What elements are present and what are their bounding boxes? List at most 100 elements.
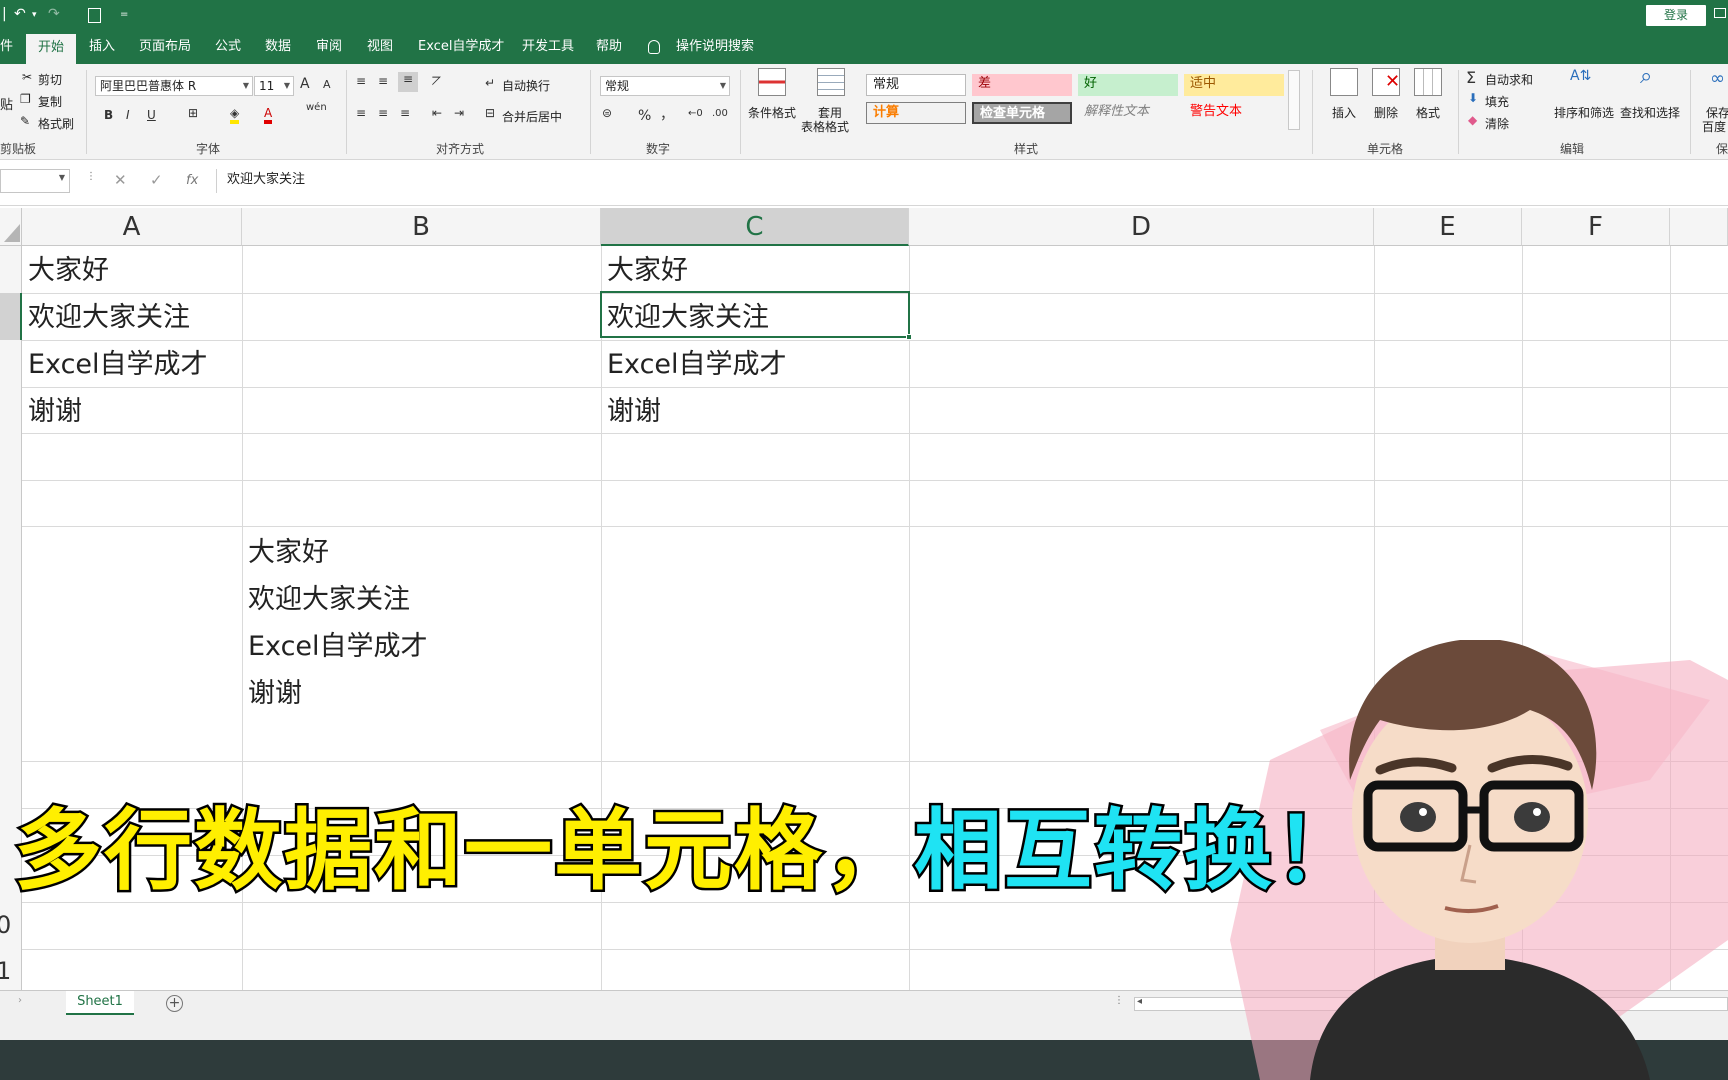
cancel-entry-button[interactable]: ✕ bbox=[114, 171, 127, 189]
column-header-g[interactable] bbox=[1670, 208, 1728, 246]
copy-icon[interactable]: ❐ bbox=[20, 92, 31, 106]
conditional-format-icon[interactable] bbox=[758, 68, 786, 96]
percent-button[interactable]: % bbox=[638, 108, 651, 124]
baidu-save-icon[interactable]: ∞ bbox=[1710, 68, 1725, 89]
style-bad[interactable]: 差 bbox=[972, 74, 1072, 96]
format-as-table-line2[interactable]: 表格格式 bbox=[801, 118, 849, 135]
tab-page-layout[interactable]: 页面布局 bbox=[139, 32, 191, 64]
sort-filter-button[interactable]: 排序和筛选 bbox=[1554, 104, 1614, 121]
align-top-icon[interactable]: ≡ bbox=[356, 74, 366, 88]
italic-button[interactable]: I bbox=[126, 108, 130, 122]
cell-a4[interactable]: 谢谢 bbox=[28, 389, 82, 428]
row-header-2-selected[interactable] bbox=[0, 293, 22, 340]
number-format-combo[interactable]: 常规 ▼ bbox=[600, 76, 730, 96]
tab-formulas[interactable]: 公式 bbox=[215, 32, 241, 64]
bold-button[interactable]: B bbox=[104, 108, 113, 122]
login-button[interactable]: 登录 bbox=[1646, 5, 1706, 26]
row-number-11[interactable]: 1 bbox=[0, 957, 11, 985]
select-all-corner[interactable] bbox=[0, 208, 22, 246]
style-calculation[interactable]: 计算 bbox=[866, 102, 966, 124]
insert-cells-button[interactable]: 插入 bbox=[1332, 104, 1356, 121]
tab-excel-zixue[interactable]: Excel自学成才 bbox=[418, 32, 504, 64]
merge-center-button[interactable]: 合并后居中 bbox=[502, 108, 562, 125]
insert-function-button[interactable]: fx bbox=[186, 173, 198, 188]
delete-cells-icon[interactable]: ✕ bbox=[1372, 68, 1400, 96]
format-painter-button[interactable]: 格式刷 bbox=[38, 115, 74, 132]
column-header-e[interactable]: E bbox=[1374, 208, 1522, 246]
undo-icon[interactable]: ↶ bbox=[14, 6, 26, 22]
scissors-icon[interactable]: ✂ bbox=[22, 70, 32, 84]
print-preview-icon[interactable] bbox=[88, 8, 101, 23]
column-header-d[interactable]: D bbox=[909, 208, 1374, 246]
tab-view[interactable]: 视图 bbox=[367, 32, 393, 64]
scroll-tabs-right-icon[interactable]: › bbox=[18, 995, 22, 1006]
align-bottom-icon[interactable]: ≡ bbox=[398, 72, 418, 92]
borders-icon[interactable]: ⊞ bbox=[188, 106, 198, 120]
cut-button[interactable]: 剪切 bbox=[38, 71, 62, 88]
cell-c1[interactable]: 大家好 bbox=[607, 248, 688, 287]
format-cells-button[interactable]: 格式 bbox=[1416, 104, 1440, 121]
grow-font-button[interactable]: A bbox=[300, 76, 310, 92]
accounting-format-icon[interactable]: ⊜ bbox=[602, 106, 612, 120]
fill-color-icon[interactable]: ◈ bbox=[230, 106, 240, 124]
align-center-icon[interactable]: ≡ bbox=[378, 106, 388, 120]
format-as-table-icon[interactable] bbox=[817, 68, 845, 96]
phonetic-button[interactable]: wén bbox=[306, 102, 327, 113]
tab-data[interactable]: 数据 bbox=[265, 32, 291, 64]
decrease-decimal-icon[interactable]: .00 bbox=[712, 108, 728, 119]
style-warning[interactable]: 警告文本 bbox=[1184, 102, 1284, 124]
fill-button[interactable]: 填充 bbox=[1485, 93, 1509, 110]
conditional-format-button[interactable]: 条件格式 bbox=[748, 104, 796, 121]
cell-a1[interactable]: 大家好 bbox=[28, 248, 109, 287]
redo-icon[interactable]: ↷ bbox=[48, 6, 60, 22]
insert-cells-icon[interactable] bbox=[1330, 68, 1358, 96]
clear-button[interactable]: 清除 bbox=[1485, 115, 1509, 132]
column-header-a[interactable]: A bbox=[22, 208, 242, 246]
orientation-icon[interactable]: ⦢ bbox=[432, 74, 441, 89]
increase-indent-icon[interactable]: ⇥ bbox=[454, 106, 464, 120]
undo-dropdown-icon[interactable]: ▾ bbox=[32, 10, 37, 20]
underline-button[interactable]: U bbox=[147, 108, 156, 122]
autosum-button[interactable]: 自动求和 bbox=[1485, 71, 1533, 88]
align-left-icon[interactable]: ≡ bbox=[356, 106, 366, 120]
add-sheet-icon[interactable]: + bbox=[166, 995, 183, 1012]
align-right-icon[interactable]: ≡ bbox=[400, 106, 410, 120]
tab-developer[interactable]: 开发工具 bbox=[522, 32, 574, 64]
shrink-font-button[interactable]: A bbox=[323, 78, 331, 91]
comma-button[interactable]: ， bbox=[660, 104, 674, 124]
fill-handle[interactable] bbox=[906, 334, 912, 340]
styles-gallery-scroll[interactable] bbox=[1288, 70, 1300, 130]
font-name-combo[interactable]: 阿里巴巴普惠体 R ▼ bbox=[95, 76, 253, 96]
customize-quick-access-icon[interactable]: = bbox=[120, 9, 128, 20]
find-select-button[interactable]: 查找和选择 bbox=[1620, 104, 1680, 121]
baidu-save-line2[interactable]: 百度 bbox=[1702, 118, 1726, 135]
tab-file[interactable]: 件 bbox=[0, 32, 13, 64]
restore-window-icon[interactable] bbox=[1714, 8, 1726, 18]
increase-decimal-icon[interactable]: ←0 bbox=[688, 108, 703, 119]
delete-cells-button[interactable]: 删除 bbox=[1374, 104, 1398, 121]
wrap-text-button[interactable]: 自动换行 bbox=[502, 77, 550, 94]
row-number-10[interactable]: 0 bbox=[0, 911, 11, 939]
style-check-cell[interactable]: 检查单元格 bbox=[972, 102, 1072, 124]
format-cells-icon[interactable] bbox=[1414, 68, 1442, 96]
cell-a3[interactable]: Excel自学成才 bbox=[28, 342, 208, 381]
tab-home[interactable]: 开始 bbox=[26, 34, 77, 64]
tab-insert[interactable]: 插入 bbox=[89, 32, 115, 64]
cell-c3[interactable]: Excel自学成才 bbox=[607, 342, 787, 381]
column-header-f[interactable]: F bbox=[1522, 208, 1670, 246]
column-header-c[interactable]: C bbox=[601, 208, 909, 246]
paste-button[interactable]: 贴 bbox=[0, 94, 13, 113]
tab-review[interactable]: 审阅 bbox=[316, 32, 342, 64]
cell-a2[interactable]: 欢迎大家关注 bbox=[28, 295, 190, 334]
style-good[interactable]: 好 bbox=[1078, 74, 1178, 96]
cell-c4[interactable]: 谢谢 bbox=[607, 389, 661, 428]
align-middle-icon[interactable]: ≡ bbox=[378, 74, 388, 88]
copy-button[interactable]: 复制 bbox=[38, 93, 62, 110]
style-normal[interactable]: 常规 bbox=[866, 74, 966, 96]
sheet-tab-sheet1[interactable]: Sheet1 bbox=[66, 991, 134, 1015]
tab-help[interactable]: 帮助 bbox=[596, 32, 622, 64]
confirm-entry-button[interactable]: ✓ bbox=[150, 171, 163, 189]
style-neutral[interactable]: 适中 bbox=[1184, 74, 1284, 96]
font-color-icon[interactable]: A bbox=[264, 106, 273, 124]
font-size-combo[interactable]: 11 ▼ bbox=[254, 76, 294, 96]
